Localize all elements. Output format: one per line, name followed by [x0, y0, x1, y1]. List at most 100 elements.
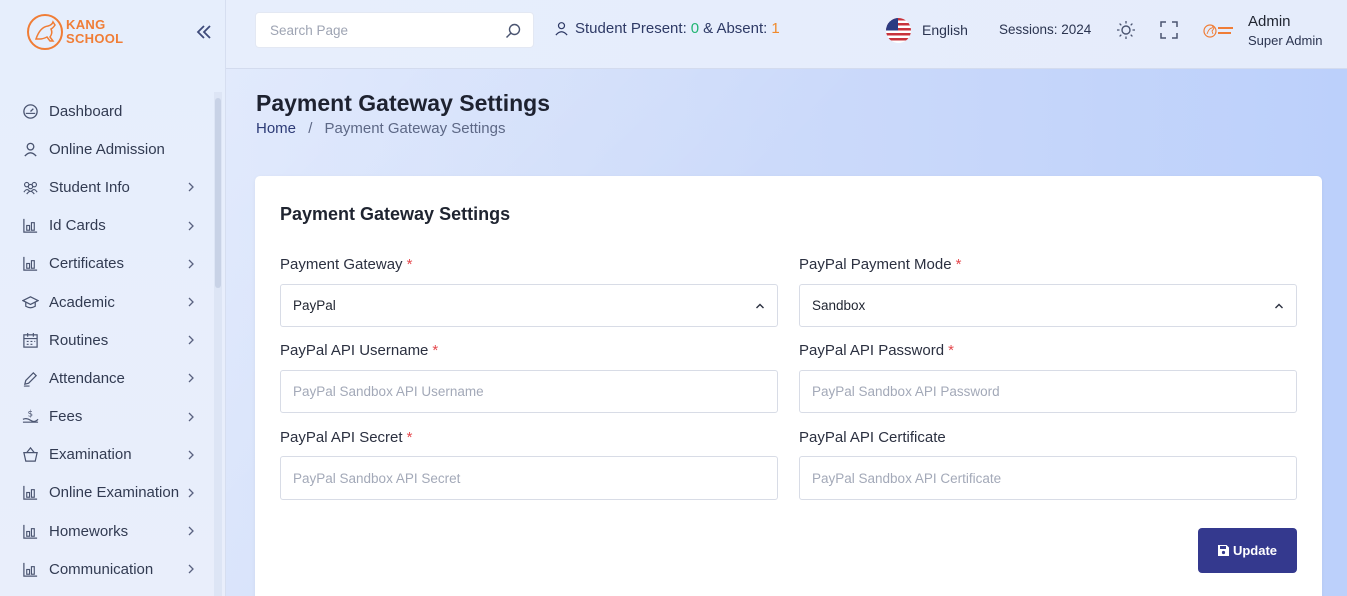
sidebar-item-dashboard[interactable]: Dashboard: [0, 92, 214, 130]
collapse-sidebar-icon[interactable]: [194, 22, 214, 42]
payment-mode-label-text: PayPal Payment Mode: [799, 256, 952, 273]
breadcrumb-home-link[interactable]: Home: [256, 120, 296, 137]
sidebar-item-label: Homeworks: [49, 522, 129, 540]
sessions-selector[interactable]: Sessions: 2024: [999, 22, 1091, 37]
sidebar-item-routines[interactable]: Routines: [0, 321, 214, 359]
payment-gateway-value: PayPal: [293, 298, 336, 313]
chevron-up-icon: [756, 303, 764, 308]
api-password-field[interactable]: [812, 384, 1282, 399]
brand-logo[interactable]: KANG SCHOOL: [26, 13, 123, 51]
payment-gateway-label-text: Payment Gateway: [280, 256, 403, 273]
api-certificate-field-wrap: [799, 456, 1297, 500]
chevron-right-icon: [188, 412, 194, 422]
sidebar-item-label: Certificates: [49, 255, 125, 273]
fullscreen-icon[interactable]: [1160, 21, 1178, 39]
payment-gateway-label: Payment Gateway *: [280, 256, 412, 273]
breadcrumb-current: Payment Gateway Settings: [324, 120, 506, 137]
pen-icon: [23, 371, 38, 387]
users-icon: [23, 181, 38, 195]
sidebar-item-online-admission[interactable]: Online Admission: [0, 130, 214, 168]
chart-icon: [23, 257, 38, 272]
api-password-label: PayPal API Password *: [799, 342, 954, 359]
api-username-label: PayPal API Username *: [280, 342, 438, 359]
sidebar-item-label: Academic: [49, 293, 115, 311]
payment-gateway-select[interactable]: PayPal: [280, 284, 778, 327]
chevron-right-icon: [188, 564, 194, 574]
user-role: Super Admin: [1248, 33, 1323, 48]
api-password-label-text: PayPal API Password: [799, 342, 945, 359]
chart-icon: [23, 562, 38, 577]
sun-icon[interactable]: [1116, 20, 1136, 40]
api-certificate-field[interactable]: [812, 470, 1282, 486]
chart-icon: [23, 219, 38, 233]
api-secret-field[interactable]: [293, 470, 763, 486]
sidebar-nav: Dashboard Online Admission Student Info …: [0, 92, 214, 588]
user-icon: [555, 22, 568, 36]
sidebar-item-label: Fees: [49, 408, 83, 426]
attendance-summary: Student Present: 0 & Absent: 1: [554, 20, 780, 37]
sidebar-item-examination[interactable]: Examination: [0, 436, 214, 474]
chevron-up-icon: [1275, 303, 1283, 308]
sidebar-item-certificates[interactable]: Certificates: [0, 245, 214, 283]
sidebar-item-label: Attendance: [49, 369, 125, 387]
sidebar-item-online-examination[interactable]: Online Examination: [0, 474, 214, 512]
chevron-right-icon: [188, 221, 194, 231]
sidebar-item-student-info[interactable]: Student Info: [0, 168, 214, 206]
brand-name: KANG SCHOOL: [66, 18, 123, 46]
chevron-right-icon: [188, 183, 194, 192]
chevron-right-icon: [188, 335, 194, 345]
sidebar-item-label: Communication: [49, 560, 154, 578]
sidebar-item-label: Student Info: [49, 178, 130, 196]
sidebar-scrollbar-thumb[interactable]: [215, 98, 221, 288]
sidebar-item-label: Dashboard: [49, 102, 123, 120]
api-secret-field-wrap: [280, 456, 778, 500]
required-marker: *: [432, 342, 439, 359]
sidebar-item-academic[interactable]: Academic: [0, 283, 214, 321]
search-icon[interactable]: [505, 23, 521, 39]
chevron-right-icon: [188, 297, 194, 307]
api-certificate-label: PayPal API Certificate: [799, 429, 946, 446]
present-label: Student Present:: [575, 20, 687, 37]
brand-line-2: SCHOOL: [66, 31, 124, 46]
required-marker: *: [948, 342, 954, 359]
payment-mode-label: PayPal Payment Mode *: [799, 256, 961, 273]
user-name[interactable]: Admin: [1248, 13, 1291, 30]
save-icon: [1217, 545, 1229, 556]
sidebar-item-label: Online Admission: [49, 140, 165, 158]
sidebar: KANG SCHOOL Dashboard Online Admission S…: [0, 0, 226, 596]
breadcrumb: Home / Payment Gateway Settings: [256, 120, 505, 137]
page-title: Payment Gateway Settings: [256, 90, 550, 116]
kangaroo-logo-icon: [27, 14, 63, 50]
api-username-label-text: PayPal API Username: [280, 342, 429, 359]
settings-card: Payment Gateway Settings Payment Gateway…: [255, 176, 1322, 596]
breadcrumb-separator: /: [308, 120, 313, 137]
money-icon: $: [22, 410, 39, 423]
sidebar-item-communication[interactable]: Communication: [0, 550, 214, 588]
sidebar-item-fees[interactable]: $ Fees: [0, 398, 214, 436]
update-button-label: Update: [1232, 543, 1278, 558]
api-secret-label-text: PayPal API Secret: [280, 429, 403, 446]
sidebar-item-id-cards[interactable]: Id Cards: [0, 207, 214, 245]
api-username-field[interactable]: [293, 384, 763, 399]
update-button[interactable]: Update: [1198, 528, 1297, 573]
chart-icon: [23, 524, 38, 539]
calendar-icon: [23, 332, 38, 348]
absent-count: 1: [771, 20, 780, 37]
search-box: [255, 12, 534, 48]
chevron-right-icon: [188, 488, 194, 498]
search-input[interactable]: [270, 22, 500, 38]
payment-mode-select[interactable]: Sandbox: [799, 284, 1297, 327]
us-flag-icon[interactable]: [886, 18, 911, 43]
graduation-cap-icon: [22, 295, 39, 308]
api-secret-label: PayPal API Secret *: [280, 429, 412, 446]
api-username-field-wrap: [280, 370, 778, 413]
required-marker: *: [955, 256, 962, 273]
main-content: Payment Gateway Settings Home / Payment …: [226, 69, 1347, 596]
language-selector[interactable]: English: [922, 22, 968, 38]
chart-icon: [23, 486, 38, 501]
api-password-field-wrap: [799, 370, 1297, 413]
avatar[interactable]: [1203, 21, 1235, 41]
sidebar-item-label: Routines: [49, 331, 109, 349]
sidebar-item-homeworks[interactable]: Homeworks: [0, 512, 214, 550]
sidebar-item-attendance[interactable]: Attendance: [0, 359, 214, 397]
